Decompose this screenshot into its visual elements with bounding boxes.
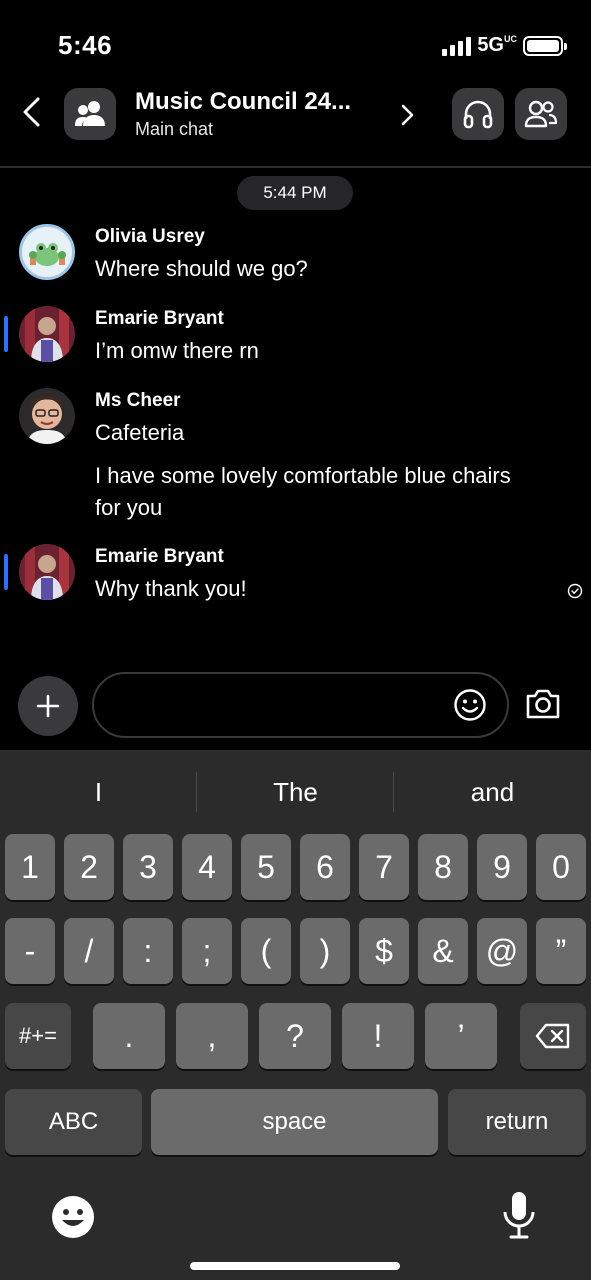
key[interactable]: 2: [64, 834, 114, 900]
avatar[interactable]: [19, 388, 75, 444]
chat-header: Music Council 24... Main chat: [0, 80, 591, 168]
frog-avatar-image: [22, 227, 72, 277]
message-text: Where should we go?: [95, 256, 308, 281]
status-time: 5:46: [58, 30, 113, 60]
key[interactable]: 9: [477, 834, 527, 900]
members-button[interactable]: [515, 88, 567, 140]
camera-icon[interactable]: [524, 686, 562, 722]
group-people-icon: [75, 101, 105, 126]
keyboard: I The and 1 2 3 4 5 6 7 8 9 0 - / : ; ( …: [0, 750, 591, 1280]
key[interactable]: &: [418, 918, 468, 984]
key[interactable]: ’: [425, 1003, 497, 1069]
add-attachment-button[interactable]: [18, 676, 78, 736]
message-item[interactable]: Ms Cheer Cafeteria I have some lovely co…: [0, 386, 591, 526]
key[interactable]: .: [93, 1003, 165, 1069]
key[interactable]: 6: [300, 834, 350, 900]
message-text: Why thank you!: [95, 576, 247, 601]
key[interactable]: (: [241, 918, 291, 984]
unread-indicator: [4, 316, 8, 352]
key[interactable]: 4: [182, 834, 232, 900]
chevron-right-icon[interactable]: [398, 102, 416, 128]
key[interactable]: 8: [418, 834, 468, 900]
timestamp-pill: 5:44 PM: [237, 176, 353, 210]
status-indicators: 5GUC: [442, 34, 567, 57]
message-input[interactable]: [92, 672, 509, 738]
user-photo-image: [19, 544, 75, 600]
battery-icon: [523, 35, 567, 56]
network-label: 5GUC: [477, 34, 517, 56]
delete-key[interactable]: [520, 1003, 586, 1069]
key[interactable]: 3: [123, 834, 173, 900]
back-chevron-icon[interactable]: [18, 96, 46, 128]
key[interactable]: 0: [536, 834, 586, 900]
abc-key[interactable]: ABC: [5, 1089, 142, 1155]
group-avatar[interactable]: [64, 88, 116, 140]
sender-name: Emarie Bryant: [95, 308, 224, 329]
chat-title: Music Council 24...: [135, 88, 352, 115]
chat-title-block[interactable]: Music Council 24... Main chat: [135, 88, 351, 140]
emoji-smile-icon[interactable]: [453, 688, 487, 722]
sender-name: Ms Cheer: [95, 390, 181, 411]
key[interactable]: ”: [536, 918, 586, 984]
microphone-icon[interactable]: [500, 1190, 538, 1240]
suggestion-item[interactable]: I: [0, 777, 197, 808]
avatar[interactable]: [19, 544, 75, 600]
key[interactable]: ): [300, 918, 350, 984]
plus-icon: [36, 694, 60, 718]
message-text: I’m omw there rn: [95, 338, 259, 363]
user-photo-image: [19, 388, 75, 444]
backspace-icon: [535, 1023, 570, 1049]
key[interactable]: ?: [259, 1003, 331, 1069]
audio-call-button[interactable]: [452, 88, 504, 140]
message-text: I have some lovely comfortable blue chai…: [95, 463, 511, 520]
key[interactable]: @: [477, 918, 527, 984]
key[interactable]: !: [342, 1003, 414, 1069]
key[interactable]: ,: [176, 1003, 248, 1069]
symbols-toggle-key[interactable]: #+=: [5, 1003, 71, 1069]
key[interactable]: 1: [5, 834, 55, 900]
suggestion-item[interactable]: The: [197, 777, 394, 808]
sender-name: Olivia Usrey: [95, 226, 205, 247]
read-receipt-icon: [567, 583, 583, 599]
key[interactable]: :: [123, 918, 173, 984]
unread-indicator: [4, 554, 8, 590]
emoji-keyboard-icon[interactable]: [50, 1194, 96, 1240]
headphones-icon: [463, 100, 493, 129]
key[interactable]: ;: [182, 918, 232, 984]
members-icon: [524, 100, 558, 128]
message-item[interactable]: Emarie Bryant Why thank you!: [0, 542, 591, 606]
message-text: Cafeteria: [95, 420, 185, 445]
return-key[interactable]: return: [448, 1089, 586, 1155]
user-photo-image: [19, 306, 75, 362]
avatar[interactable]: [19, 224, 75, 280]
sender-name: Emarie Bryant: [95, 546, 224, 567]
message-item[interactable]: Olivia Usrey Where should we go?: [0, 222, 591, 286]
key[interactable]: 5: [241, 834, 291, 900]
message-item[interactable]: Emarie Bryant I’m omw there rn: [0, 304, 591, 368]
key[interactable]: 7: [359, 834, 409, 900]
suggestion-item[interactable]: and: [394, 777, 591, 808]
signal-icon: [442, 36, 472, 56]
key[interactable]: $: [359, 918, 409, 984]
status-bar: 5:46 5GUC: [0, 0, 591, 80]
chat-subtitle: Main chat: [135, 119, 214, 139]
home-indicator[interactable]: [190, 1262, 400, 1270]
suggestion-bar: I The and: [0, 750, 591, 834]
space-key[interactable]: space: [151, 1089, 438, 1155]
key[interactable]: -: [5, 918, 55, 984]
key[interactable]: /: [64, 918, 114, 984]
avatar[interactable]: [19, 306, 75, 362]
